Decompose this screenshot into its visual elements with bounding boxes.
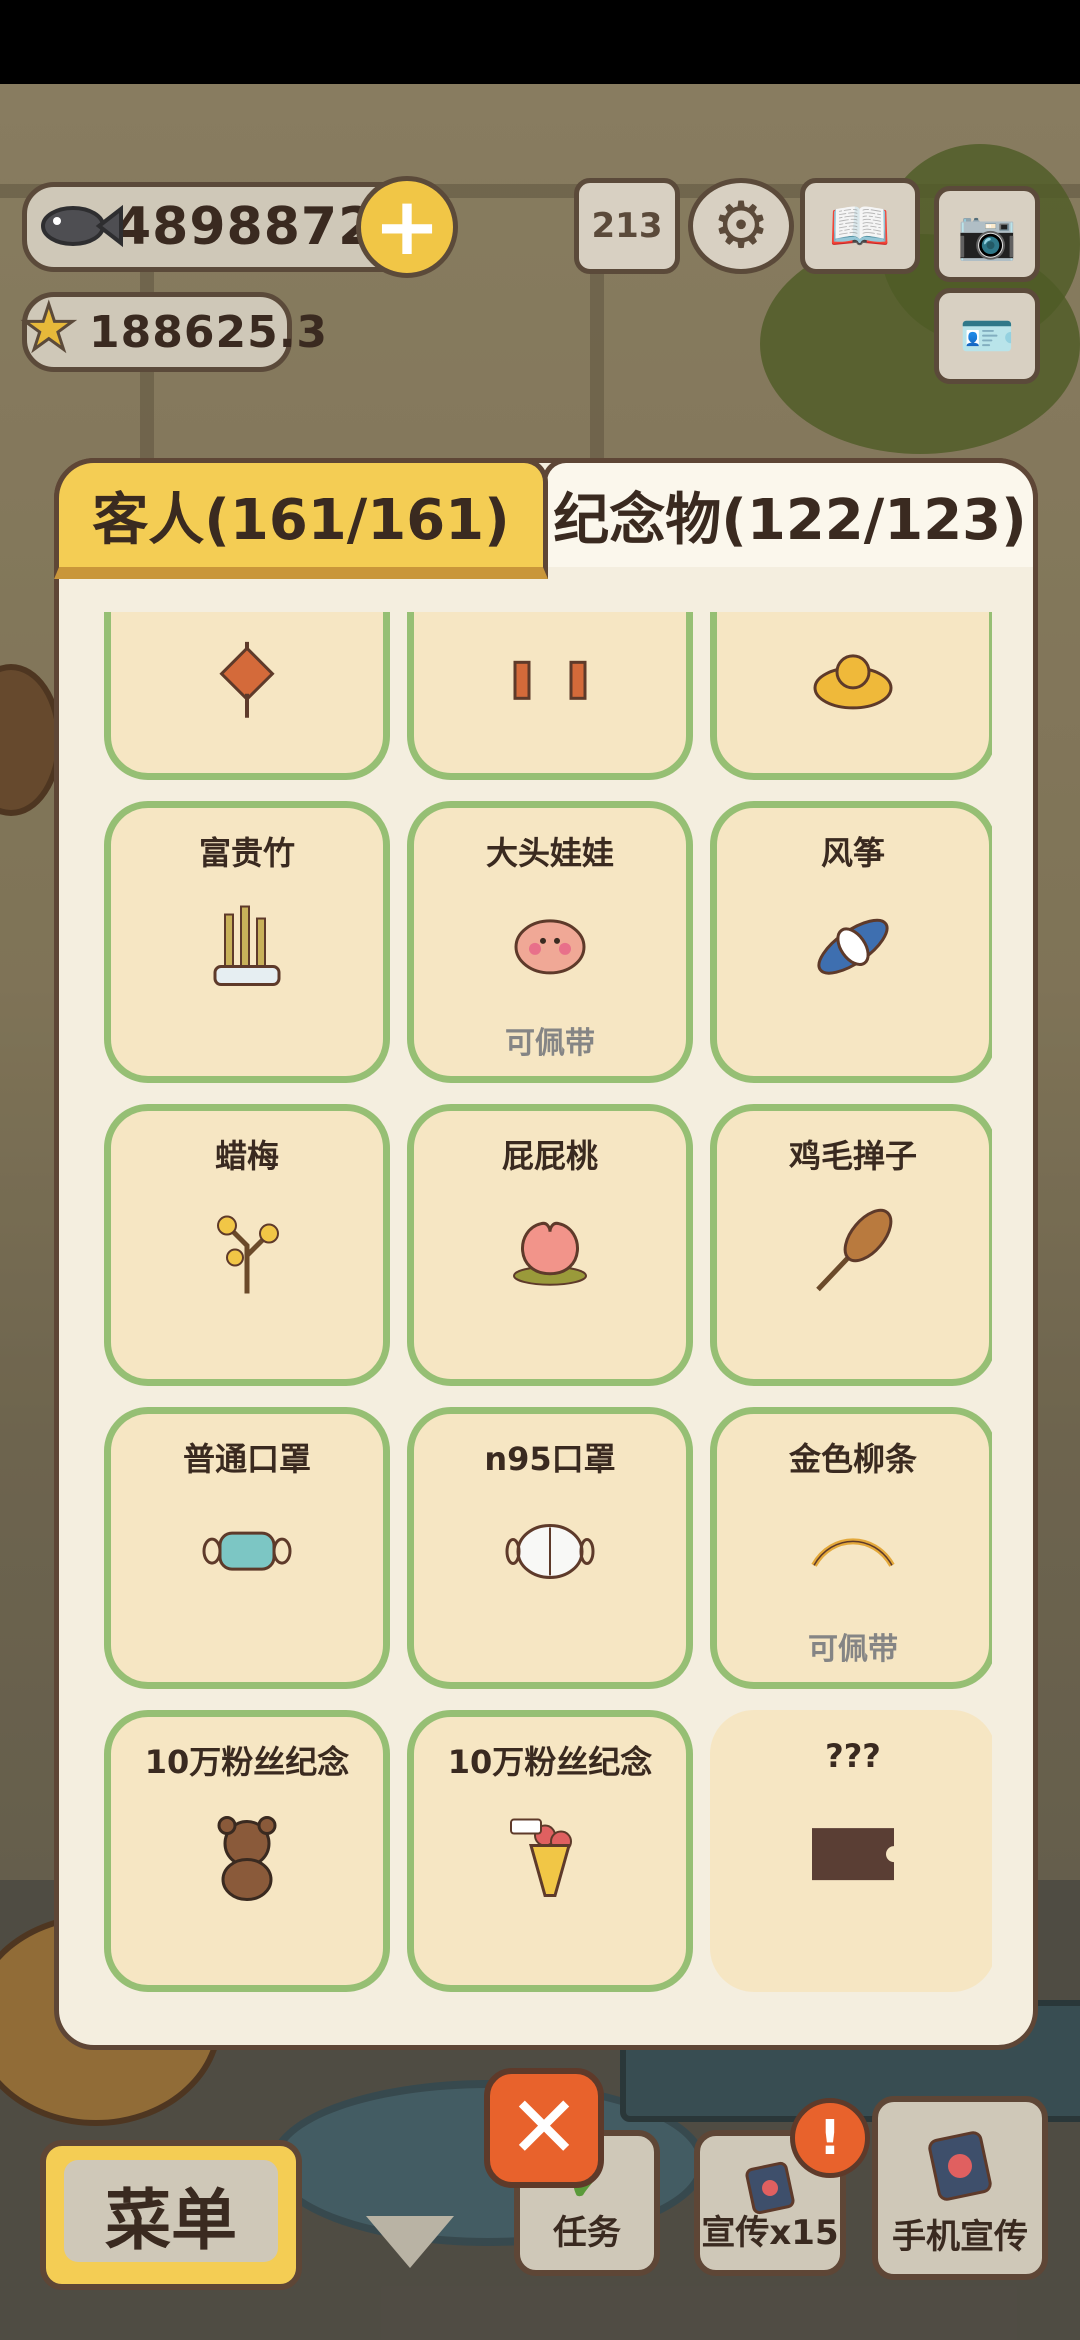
- guestbook-button[interactable]: 📖: [800, 178, 920, 274]
- phone-flyer-icon: [920, 2130, 1000, 2213]
- knot-ornament-icon: [217, 641, 277, 725]
- tab-souvenirs[interactable]: 纪念物(122/123): [542, 458, 1038, 567]
- souvenir-name: 金色柳条: [788, 1440, 917, 1478]
- camera-button[interactable]: 📷: [934, 186, 1040, 282]
- bear-icon: [207, 1812, 287, 1906]
- flyer-icon: [740, 2160, 800, 2225]
- profile-card-icon: 🪪: [959, 311, 1015, 362]
- camera-icon: 📷: [957, 206, 1017, 263]
- souvenir-card[interactable]: 金色柳条 可佩带: [710, 1407, 992, 1689]
- star-currency-counter: ★ 188625.3: [20, 290, 327, 372]
- souvenir-name: 鸡毛掸子: [788, 1137, 917, 1175]
- souvenir-card-locked[interactable]: ???: [710, 1710, 992, 1992]
- alert-badge: !: [790, 2098, 870, 2178]
- fish-icon: [33, 191, 123, 276]
- profile-card-button[interactable]: 🪪: [934, 288, 1040, 384]
- wintersweet-icon: [207, 1206, 287, 1300]
- souvenir-card[interactable]: 富贵竹: [104, 801, 390, 1083]
- wearable-label: 可佩带: [505, 1026, 595, 1061]
- golden-willow-icon: [808, 1525, 898, 1579]
- alert-mark: !: [819, 2110, 841, 2166]
- gold-ingot-icon: [808, 645, 898, 719]
- status-bar: [0, 0, 1080, 84]
- lucky-bamboo-icon: [207, 903, 287, 997]
- souvenir-name: 风筝: [820, 834, 885, 872]
- peach-icon: [505, 1210, 595, 1294]
- souvenir-card[interactable]: 蜡梅: [104, 1104, 390, 1386]
- souvenir-name: ???: [825, 1737, 881, 1775]
- souvenir-card[interactable]: 10万粉丝纪念: [104, 1710, 390, 1992]
- souvenir-card[interactable]: 屁屁桃: [407, 1104, 693, 1386]
- menu-button[interactable]: 菜单: [40, 2140, 302, 2290]
- souvenir-card[interactable]: [104, 612, 390, 780]
- settings-button[interactable]: ⚙: [688, 178, 794, 274]
- souvenir-card[interactable]: 10万粉丝纪念: [407, 1710, 693, 1992]
- leaderboard-button[interactable]: 213: [574, 178, 680, 274]
- guestbook-icon: 📖: [828, 196, 892, 255]
- kite-icon: [808, 907, 898, 991]
- feather-duster-icon: [808, 1206, 898, 1300]
- big-head-doll-icon: [505, 911, 595, 985]
- gear-icon: ⚙: [712, 189, 770, 263]
- tab-souvenirs-label: 纪念物(122/123): [553, 487, 1027, 553]
- close-button[interactable]: ✕: [484, 2068, 604, 2188]
- couplet-icon: [505, 654, 595, 708]
- mask-icon: [202, 1521, 292, 1585]
- souvenir-card[interactable]: 鸡毛掸子: [710, 1104, 992, 1386]
- expand-down-arrow[interactable]: [366, 2216, 454, 2268]
- souvenir-card[interactable]: 大头娃娃 可佩带: [407, 801, 693, 1083]
- souvenir-name: 10万粉丝纪念: [144, 1743, 350, 1781]
- bouquet-icon: [505, 1812, 595, 1906]
- souvenir-name: 蜡梅: [214, 1137, 279, 1175]
- souvenir-card[interactable]: 普通口罩: [104, 1407, 390, 1689]
- souvenir-card[interactable]: [710, 612, 992, 780]
- souvenir-name: 富贵竹: [198, 834, 295, 872]
- tab-guests[interactable]: 客人(161/161): [54, 458, 548, 579]
- star-icon: ★: [20, 290, 79, 366]
- n95-mask-icon: [505, 1519, 595, 1587]
- close-icon: ✕: [507, 2078, 581, 2178]
- star-amount: 188625.3: [89, 306, 329, 358]
- souvenir-name: 大头娃娃: [485, 834, 614, 872]
- souvenir-name: n95口罩: [484, 1440, 616, 1478]
- add-currency-button[interactable]: +: [356, 176, 458, 278]
- tab-guests-label: 客人(161/161): [92, 487, 510, 553]
- task-label: 任务: [553, 2213, 621, 2253]
- souvenir-name: 屁屁桃: [501, 1137, 598, 1175]
- leaderboard-icon: 213: [591, 206, 663, 246]
- souvenir-name: 10万粉丝纪念: [447, 1743, 653, 1781]
- menu-label: 菜单: [105, 2182, 237, 2259]
- souvenir-grid[interactable]: 富贵竹 大头娃娃 可佩带 风筝 蜡梅 屁屁桃 鸡毛掸子 普通口罩 n95口罩 金…: [104, 612, 992, 2010]
- souvenir-card[interactable]: [407, 612, 693, 780]
- locked-ticket-icon: [808, 1824, 898, 1888]
- wearable-label: 可佩带: [808, 1632, 898, 1667]
- phone-promote-button[interactable]: 手机宣传: [872, 2096, 1048, 2280]
- souvenir-name: 普通口罩: [182, 1440, 311, 1478]
- souvenir-card[interactable]: 风筝: [710, 801, 992, 1083]
- phone-promote-label: 手机宣传: [892, 2217, 1028, 2257]
- plus-icon: +: [373, 180, 441, 273]
- souvenir-card[interactable]: n95口罩: [407, 1407, 693, 1689]
